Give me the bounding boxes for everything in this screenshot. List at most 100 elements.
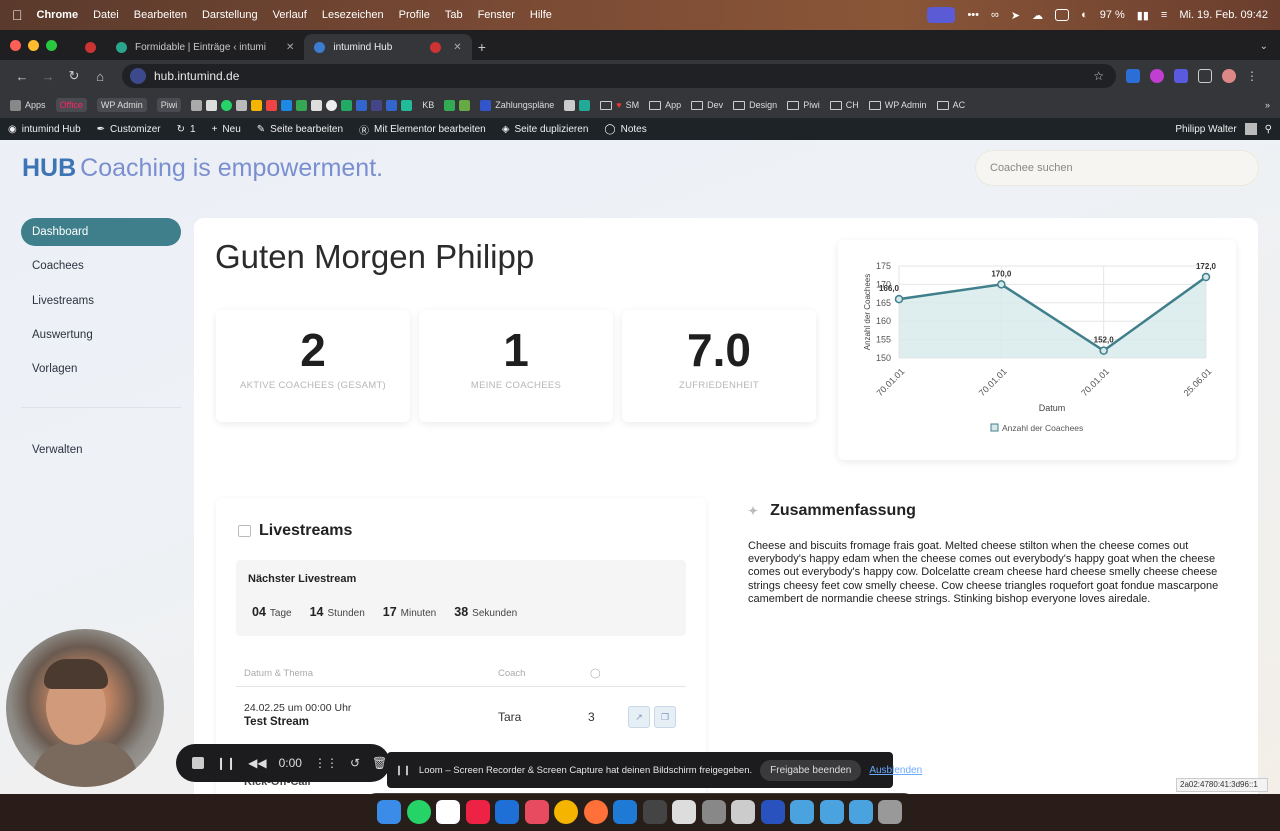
rewind-icon[interactable]: ◀◀ bbox=[248, 756, 266, 770]
tab-intumind-hub[interactable]: intumind Hub ✕ bbox=[304, 34, 472, 60]
bookmark-wp-admin-folder[interactable]: WP Admin bbox=[868, 100, 927, 110]
battery-icon[interactable]: ▮▮ bbox=[1137, 9, 1149, 22]
outlook-icon[interactable] bbox=[495, 800, 520, 824]
more-icon[interactable]: ••• bbox=[967, 9, 979, 21]
clock[interactable]: Mi. 19. Feb. 09:42 bbox=[1179, 9, 1268, 21]
hide-button[interactable]: Ausblenden bbox=[869, 765, 922, 776]
bookmark-design[interactable]: Design bbox=[733, 100, 777, 110]
after-effects-icon[interactable] bbox=[760, 800, 785, 824]
bookmark-zahlungsplaene[interactable]: Zahlungspläne bbox=[480, 99, 554, 111]
close-tab-icon[interactable]: ✕ bbox=[453, 42, 461, 53]
tab-search-icon[interactable]: ⌄ bbox=[1260, 41, 1268, 52]
bookmark-piwi-folder[interactable]: Piwi bbox=[787, 100, 820, 110]
firefox-icon[interactable] bbox=[583, 800, 608, 824]
slack-icon[interactable] bbox=[465, 800, 490, 824]
menu-profile[interactable]: Profile bbox=[399, 9, 430, 21]
menu-verlauf[interactable]: Verlauf bbox=[273, 9, 307, 21]
cloud-icon[interactable]: ☁ bbox=[1032, 9, 1043, 22]
moon-icon[interactable]: ◐ bbox=[1081, 9, 1088, 21]
finder-icon[interactable] bbox=[377, 800, 402, 824]
maximize-window-button[interactable] bbox=[46, 39, 57, 51]
profile-avatar[interactable] bbox=[1222, 69, 1236, 83]
whatsapp-icon[interactable] bbox=[406, 800, 431, 824]
app-icon[interactable] bbox=[642, 800, 667, 824]
minimize-window-button[interactable] bbox=[28, 39, 39, 51]
bookmark-app[interactable]: App bbox=[649, 100, 681, 110]
chrome-icon[interactable] bbox=[554, 800, 579, 824]
row-title[interactable]: Test Stream bbox=[244, 716, 684, 728]
notion-icon[interactable] bbox=[436, 800, 461, 824]
bookmark-misc2[interactable] bbox=[564, 99, 591, 111]
vscode-icon[interactable] bbox=[613, 800, 638, 824]
bookmark-ch[interactable]: CH bbox=[829, 100, 859, 110]
bookmark-star-icon[interactable]: ☆ bbox=[1093, 69, 1104, 83]
trash-icon[interactable] bbox=[878, 800, 903, 824]
display-icon[interactable] bbox=[1055, 9, 1070, 21]
restart-icon[interactable]: ↺ bbox=[350, 756, 360, 770]
sidebar-item-livestreams[interactable]: Livestreams bbox=[21, 287, 181, 315]
brand-logo[interactable]: HUB Coaching is empowerment. bbox=[22, 154, 383, 183]
bookmark-sm[interactable]: ♥ SM bbox=[600, 100, 639, 110]
more-bookmarks-icon[interactable]: » bbox=[1265, 100, 1270, 110]
menu-lesezeichen[interactable]: Lesezeichen bbox=[322, 9, 384, 21]
wp-notes-link[interactable]: ◯ Notes bbox=[604, 124, 646, 135]
search-icon[interactable]: ⚲ bbox=[1265, 124, 1272, 135]
wp-updates-link[interactable]: ↻ 1 bbox=[177, 124, 196, 135]
bookmark-kb[interactable]: KB bbox=[422, 100, 434, 110]
wp-elementor-link[interactable]: Ⓡ Mit Elementor bearbeiten bbox=[359, 122, 486, 137]
sidebar-item-coachees[interactable]: Coachees bbox=[21, 252, 181, 280]
loom-webcam-bubble[interactable] bbox=[6, 629, 164, 787]
app-icon[interactable] bbox=[701, 800, 726, 824]
sidebar-item-vorlagen[interactable]: Vorlagen bbox=[21, 355, 181, 383]
home-icon[interactable]: ⌂ bbox=[88, 69, 112, 84]
puzzle-icon[interactable] bbox=[1198, 69, 1212, 83]
tab-recording[interactable] bbox=[75, 34, 106, 60]
link-icon[interactable]: ∞ bbox=[991, 9, 999, 21]
bookmark-ac[interactable]: AC bbox=[936, 100, 965, 110]
stop-sharing-button[interactable]: Freigabe beenden bbox=[760, 759, 862, 781]
bookmark-piwi[interactable]: Piwi bbox=[156, 98, 182, 112]
bookmark-misc[interactable] bbox=[444, 99, 471, 111]
menu-datei[interactable]: Datei bbox=[93, 9, 119, 21]
extension-icon[interactable] bbox=[1174, 69, 1188, 83]
bookmark-office[interactable]: Office bbox=[55, 98, 87, 112]
menu-tab[interactable]: Tab bbox=[445, 9, 463, 21]
close-tab-icon[interactable]: ✕ bbox=[286, 42, 294, 53]
menu-darstellung[interactable]: Darstellung bbox=[202, 9, 258, 21]
sidebar-item-verwalten[interactable]: Verwalten bbox=[21, 436, 181, 464]
forward-icon[interactable]: → bbox=[36, 69, 60, 84]
screen-record-icon[interactable] bbox=[927, 7, 956, 23]
menu-fenster[interactable]: Fenster bbox=[478, 9, 515, 21]
extension-icon[interactable] bbox=[1150, 69, 1164, 83]
sidebar-item-dashboard[interactable]: Dashboard bbox=[21, 218, 181, 246]
site-info-icon[interactable] bbox=[130, 68, 146, 84]
folder-icon[interactable] bbox=[819, 800, 844, 824]
menu-bearbeiten[interactable]: Bearbeiten bbox=[134, 9, 187, 21]
wp-user-menu[interactable]: Philipp Walter ⚲ bbox=[1175, 123, 1272, 135]
wp-site-link[interactable]: ◉ intumind Hub bbox=[8, 124, 81, 135]
menu-hilfe[interactable]: Hilfe bbox=[530, 9, 552, 21]
control-center-icon[interactable]: ≡ bbox=[1161, 9, 1167, 21]
trash-icon[interactable]: 🗑 bbox=[372, 756, 387, 770]
pause-icon[interactable]: ❙❙ bbox=[216, 756, 236, 770]
tab-formidable[interactable]: Formidable | Einträge ‹ intumi ✕ bbox=[106, 34, 304, 60]
wp-duplicate-link[interactable]: ◈ Seite duplizieren bbox=[502, 124, 589, 135]
bookmark-apps[interactable]: Apps bbox=[10, 99, 46, 111]
wp-edit-page-link[interactable]: ✎ Seite bearbeiten bbox=[257, 124, 343, 135]
close-window-button[interactable] bbox=[10, 39, 21, 51]
back-icon[interactable]: ← bbox=[10, 69, 34, 84]
sidebar-item-auswertung[interactable]: Auswertung bbox=[21, 321, 181, 349]
extension-icon[interactable] bbox=[1126, 69, 1140, 83]
rocket-icon[interactable]: ➤ bbox=[1011, 9, 1020, 22]
address-bar[interactable]: hub.intumind.de ☆ bbox=[122, 64, 1116, 88]
bookmark-icons[interactable] bbox=[191, 99, 413, 111]
bookmark-wp-admin[interactable]: WP Admin bbox=[96, 98, 147, 112]
open-link-button[interactable]: ↗ bbox=[628, 706, 650, 728]
copy-button[interactable]: ❐ bbox=[654, 706, 676, 728]
wp-customizer-link[interactable]: ✒ Customizer bbox=[97, 124, 161, 135]
bookmark-dev[interactable]: Dev bbox=[691, 100, 723, 110]
folder-icon[interactable] bbox=[790, 800, 815, 824]
menu-kebab-icon[interactable]: ⋮ bbox=[1246, 69, 1258, 83]
app-icon[interactable] bbox=[731, 800, 756, 824]
asana-icon[interactable] bbox=[524, 800, 549, 824]
